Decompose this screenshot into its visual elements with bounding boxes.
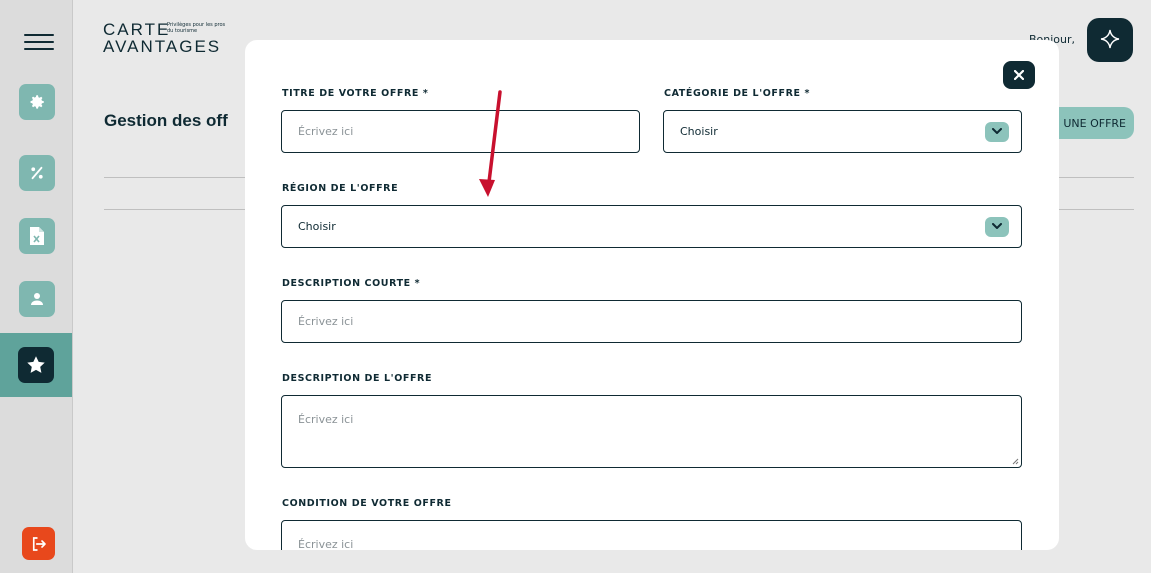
brand-logo: CARTE Privilèges pour les pros du touris…: [103, 20, 253, 60]
page-title: Gestion des off: [104, 111, 228, 130]
menu-icon[interactable]: [24, 34, 54, 50]
resize-handle-icon[interactable]: [1011, 457, 1019, 465]
sparkle-icon: [1100, 29, 1120, 49]
offer-title-input[interactable]: Écrivez ici: [281, 110, 640, 153]
close-icon: [1014, 70, 1024, 80]
sidebar-item-account[interactable]: [19, 281, 55, 317]
condition-input[interactable]: Écrivez ici: [281, 520, 1022, 550]
chevron-down-icon: [985, 121, 1009, 142]
percent-icon: [31, 166, 43, 180]
sidebar-item-settings[interactable]: [19, 84, 55, 120]
category-label: CATÉGORIE DE L'OFFRE *: [664, 88, 811, 99]
divider: [104, 177, 249, 178]
short-description-placeholder: Écrivez ici: [298, 315, 354, 328]
sidebar-item-offers-box: [18, 347, 54, 383]
logout-icon: [32, 536, 46, 551]
short-description-input[interactable]: Écrivez ici: [281, 300, 1022, 343]
add-offer-modal: TITRE DE VOTRE OFFRE * Écrivez ici CATÉG…: [245, 40, 1059, 550]
offer-title-placeholder: Écrivez ici: [298, 125, 354, 138]
divider: [1059, 177, 1134, 178]
close-button[interactable]: [1003, 61, 1035, 89]
condition-label: CONDITION DE VOTRE OFFRE: [282, 498, 452, 509]
star-icon: [27, 356, 45, 373]
description-textarea[interactable]: Écrivez ici: [281, 395, 1022, 468]
category-select[interactable]: Choisir: [663, 110, 1022, 153]
chevron-down-icon: [985, 216, 1009, 237]
user-icon: [31, 293, 43, 305]
title-label: TITRE DE VOTRE OFFRE *: [282, 88, 429, 99]
description-placeholder: Écrivez ici: [298, 413, 354, 426]
region-select[interactable]: Choisir: [281, 205, 1022, 248]
logout-button[interactable]: [22, 527, 55, 560]
description-label: DESCRIPTION DE L'OFFRE: [282, 373, 433, 384]
sidebar-item-offers[interactable]: [0, 333, 72, 397]
sidebar: [0, 0, 73, 573]
profile-button[interactable]: [1087, 18, 1133, 62]
divider: [1059, 209, 1134, 210]
gear-icon: [30, 95, 44, 109]
region-label: RÉGION DE L'OFFRE: [282, 183, 399, 194]
category-select-value: Choisir: [680, 125, 718, 138]
logo-tagline: Privilèges pour les pros du tourisme: [167, 22, 226, 34]
short-description-label: DESCRIPTION COURTE *: [282, 278, 421, 289]
condition-placeholder: Écrivez ici: [298, 538, 354, 550]
divider: [104, 209, 249, 210]
sidebar-item-export[interactable]: [19, 218, 55, 254]
excel-file-icon: [30, 227, 44, 245]
region-select-value: Choisir: [298, 220, 336, 233]
sidebar-item-discounts[interactable]: [19, 155, 55, 191]
logo-line2: AVANTAGES: [103, 37, 222, 56]
